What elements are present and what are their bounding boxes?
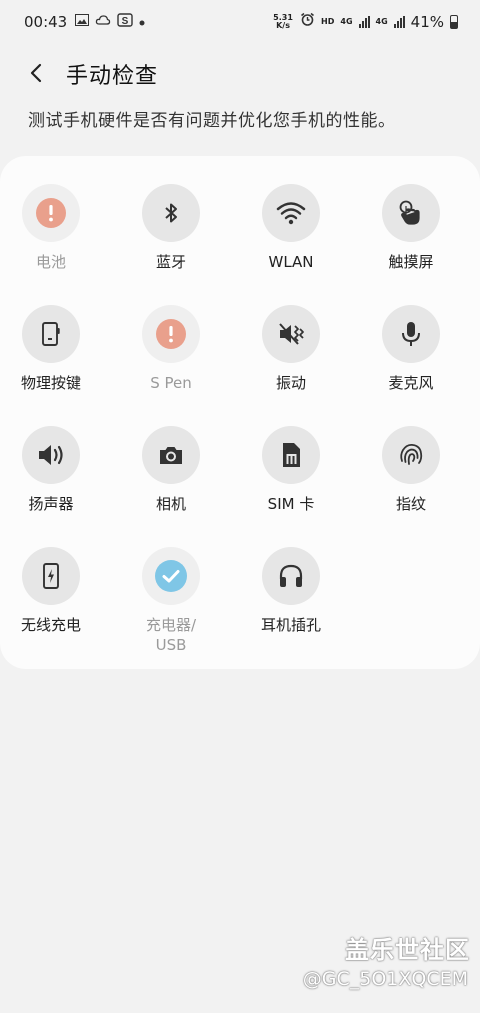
cloud-icon: [95, 14, 111, 31]
page-title: 手动检查: [66, 64, 159, 89]
sim-card-icon: [283, 443, 300, 467]
check-circle: [382, 426, 440, 484]
check-label: 振动: [275, 374, 306, 392]
net-speed-unit: K/s: [276, 20, 290, 30]
check-circle: [382, 184, 440, 242]
wireless-charging-icon: [43, 563, 59, 589]
watermark-user: @GC_5O1XQCEM: [302, 968, 468, 990]
network-type-2: 4G: [375, 17, 388, 26]
check-item-physical-keys[interactable]: 物理按键: [0, 305, 111, 393]
check-label: WLAN: [268, 253, 314, 271]
back-arrow-icon: [30, 63, 42, 83]
check-circle: [22, 547, 80, 605]
check-circle: [262, 426, 320, 484]
check-circle: [142, 547, 200, 605]
check-item-s-pen[interactable]: S Pen: [111, 305, 231, 393]
check-label: 相机: [155, 495, 186, 513]
check-circle: [262, 547, 320, 605]
alert-icon: [156, 319, 186, 349]
check-label: 蓝牙: [155, 253, 186, 271]
alarm-icon: [300, 12, 315, 31]
check-item-battery[interactable]: 电池: [0, 184, 111, 272]
check-circle: [142, 426, 200, 484]
check-item-wlan[interactable]: WLAN: [231, 184, 351, 272]
check-item-microphone[interactable]: 麦克风: [351, 305, 471, 393]
microphone-icon: [402, 322, 420, 346]
net-speed: 5.31 K/s: [272, 13, 294, 30]
alert-icon: [36, 198, 66, 228]
svg-text:S: S: [122, 16, 129, 27]
check-label: 指纹: [395, 495, 426, 513]
check-label: 物理按键: [20, 374, 81, 392]
status-right: 5.31 K/s HD 4G 4G 41%: [272, 12, 458, 31]
check-item-vibration[interactable]: 振动: [231, 305, 351, 393]
fingerprint-icon: [400, 443, 423, 465]
header: 手动检查: [0, 52, 480, 92]
page-description: 测试手机硬件是否有问题并优化您手机的性能。: [28, 111, 396, 131]
check-label: 充电器/ USB: [145, 616, 197, 654]
check-label: SIM 卡: [267, 495, 315, 513]
check-item-charger-usb[interactable]: 充电器/ USB: [111, 547, 231, 655]
touch-icon: [399, 200, 420, 225]
check-item-headphone-jack[interactable]: 耳机插孔: [231, 547, 351, 635]
status-time: 00:43: [24, 13, 68, 31]
check-circle: [142, 305, 200, 363]
gallery-icon: [75, 14, 89, 31]
check-circle: [22, 305, 80, 363]
check-icon: [155, 560, 187, 592]
back-button[interactable]: [22, 58, 52, 88]
check-circle: [262, 184, 320, 242]
check-item-fingerprint[interactable]: 指纹: [351, 426, 471, 514]
check-item-bluetooth[interactable]: 蓝牙: [111, 184, 231, 272]
phone-key-icon: [42, 322, 60, 346]
check-circle: [262, 305, 320, 363]
speaker-icon: [39, 445, 63, 465]
check-label: 触摸屏: [388, 253, 434, 271]
check-item-sim-card[interactable]: SIM 卡: [231, 426, 351, 514]
wifi-icon: [276, 202, 306, 225]
check-label: 麦克风: [388, 374, 434, 392]
headphones-icon: [279, 564, 303, 587]
notification-icons: S: [75, 13, 145, 32]
check-label: 无线充电: [20, 616, 81, 634]
battery-icon: [450, 14, 458, 29]
signal-icon-2: [393, 15, 405, 28]
check-circle: [22, 184, 80, 242]
camera-icon: [160, 447, 182, 464]
status-bar: 00:43 S 5.31 K/s HD 4G 4G 41%: [0, 0, 480, 44]
battery-percent: 41%: [410, 12, 444, 31]
watermark-brand: 盖乐世社区: [345, 936, 470, 964]
check-circle: [22, 426, 80, 484]
bluetooth-icon: [165, 203, 177, 223]
check-item-touchscreen[interactable]: 触摸屏: [351, 184, 471, 272]
manual-check-card: 电池 蓝牙 WLAN 触摸屏 物理按键 S Pen 振动 麦克风 扬声器 相机 …: [0, 156, 480, 669]
hd-label: HD: [321, 17, 335, 26]
check-item-camera[interactable]: 相机: [111, 426, 231, 514]
check-label: 耳机插孔: [260, 616, 321, 634]
check-item-speaker[interactable]: 扬声器: [0, 426, 111, 514]
check-label: S Pen: [150, 374, 192, 392]
vibration-icon: [279, 323, 304, 345]
check-label: 电池: [35, 253, 66, 271]
check-circle: [382, 305, 440, 363]
network-type-1: 4G: [340, 17, 353, 26]
signal-icon: [358, 15, 370, 28]
check-label: 扬声器: [28, 495, 74, 513]
check-circle: [142, 184, 200, 242]
check-item-wireless-charging[interactable]: 无线充电: [0, 547, 111, 635]
app-s-icon: S: [117, 13, 133, 32]
more-notifications-dot-icon: [139, 15, 145, 31]
